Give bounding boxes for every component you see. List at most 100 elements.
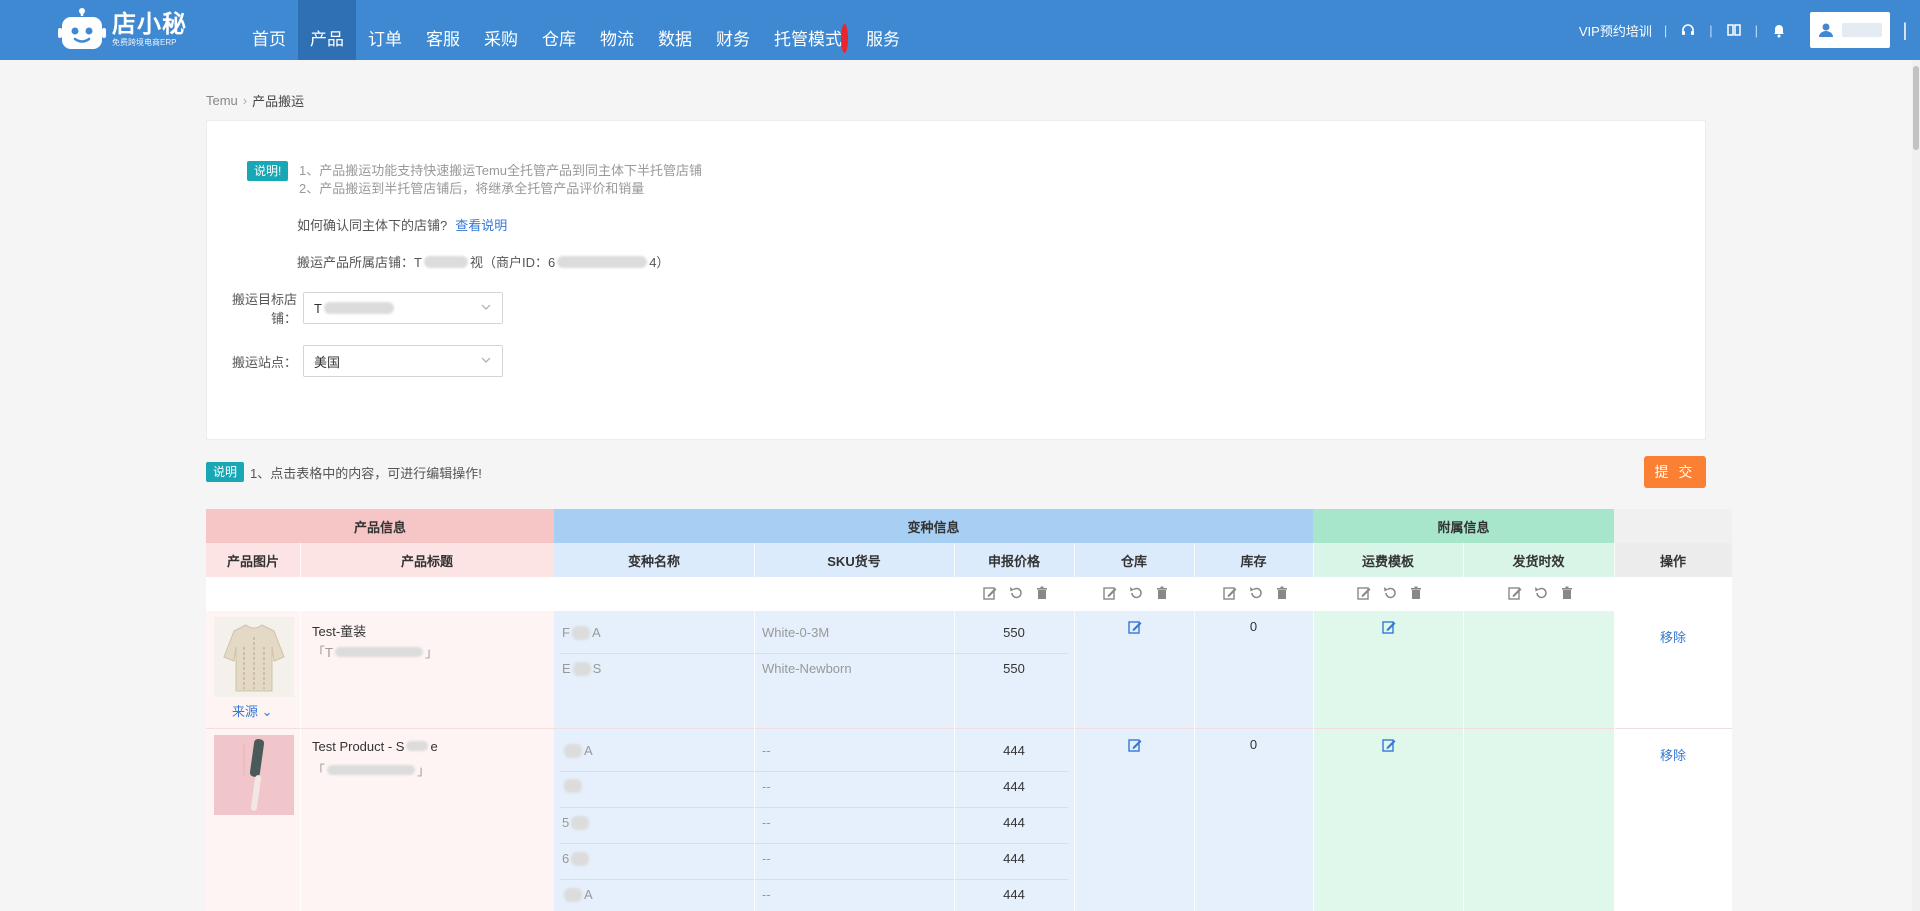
edit-icon[interactable] [1381,619,1397,635]
batch-edit-icon[interactable] [1222,585,1238,601]
undo-icon[interactable] [1008,585,1024,601]
nav-item[interactable]: 财务 [704,0,762,60]
edit-icon[interactable] [1381,737,1397,753]
chevron-down-icon [481,304,491,310]
book-icon[interactable] [1725,21,1743,39]
variant-name[interactable]: A [562,743,593,758]
stock-value[interactable]: 0 [1194,737,1313,752]
column-separator [1074,543,1075,911]
column-header-stock: 库存 [1194,543,1313,577]
nav-item[interactable]: 采购 [472,0,530,60]
variant-name[interactable] [562,779,584,793]
vertical-scrollbar[interactable] [1912,60,1920,911]
declared-price[interactable]: 444 [954,743,1074,758]
nav-item[interactable]: 仓库 [530,0,588,60]
sku-value[interactable]: White-Newborn [762,661,852,676]
sku-value[interactable]: -- [762,851,771,866]
submit-button[interactable]: 提 交 [1644,456,1706,488]
trash-icon[interactable] [1408,585,1424,601]
edit-icon[interactable] [1127,619,1143,635]
trash-icon[interactable] [1154,585,1170,601]
declared-price[interactable]: 550 [954,661,1074,676]
column-separator [300,543,301,911]
batch-edit-icon[interactable] [1102,585,1118,601]
edit-icon[interactable] [1127,737,1143,753]
batch-tools-ship [1356,585,1424,601]
nav-item[interactable]: 订单 [356,0,414,60]
variant-name-head: 6 [562,851,570,866]
sku-value[interactable]: -- [762,743,771,758]
sku-value[interactable]: White-0-3M [762,625,829,640]
target-store-select[interactable]: T [303,292,503,324]
remove-button[interactable]: 移除 [1614,745,1732,764]
variant-name[interactable]: ES [562,661,601,676]
variant-name[interactable]: 5 [562,815,591,830]
column-separator [1313,543,1314,911]
source-store-label: 搬运产品所属店铺：T [297,255,422,270]
masked-text [571,625,590,640]
separator: | [1754,22,1758,38]
nav-item-label: 订单 [368,30,402,49]
column-header-image: 产品图片 [206,543,300,577]
masked-text [334,646,423,657]
site-label: 搬运站点： [231,354,297,370]
separator: | [1709,22,1713,38]
row-cell-title [300,729,554,911]
stock-value[interactable]: 0 [1194,619,1313,634]
nav-item[interactable]: 产品 [298,0,356,60]
declared-price[interactable]: 444 [954,851,1074,866]
variant-name[interactable]: 6 [562,851,591,866]
undo-icon[interactable] [1248,585,1264,601]
product-image[interactable] [214,735,294,815]
declared-price[interactable]: 444 [954,887,1074,902]
user-name-masked [1842,23,1882,37]
nav-item[interactable]: 数据 [646,0,704,60]
nav-item[interactable]: 托管模式 [762,0,854,60]
target-store-label: 搬运目标店铺： [231,292,297,326]
sku-value[interactable]: -- [762,815,771,830]
user-account[interactable] [1810,12,1890,48]
undo-icon[interactable] [1533,585,1549,601]
masked-text [323,302,394,314]
nav-item-label: 仓库 [542,30,576,49]
trash-icon[interactable] [1034,585,1050,601]
nav-item[interactable]: 客服 [414,0,472,60]
undo-icon[interactable] [1128,585,1144,601]
nav-item-label: 财务 [716,30,750,49]
batch-edit-icon[interactable] [1356,585,1372,601]
headset-icon[interactable] [1679,21,1697,39]
declared-price[interactable]: 444 [954,815,1074,830]
sku-value[interactable]: -- [762,887,771,902]
sku-value[interactable]: -- [762,779,771,794]
vip-training-link[interactable]: VIP预约培训 [1579,21,1652,40]
column-header-warehouse: 仓库 [1074,543,1194,577]
batch-edit-icon[interactable] [982,585,998,601]
trash-icon[interactable] [1274,585,1290,601]
logo[interactable]: 店小秘 免费跨境电商ERP [58,8,187,52]
product-title[interactable]: Test Product - Se [312,739,438,754]
variant-name[interactable]: FA [562,625,601,640]
trash-icon[interactable] [1559,585,1575,601]
remove-button[interactable]: 移除 [1614,627,1732,646]
nav-item[interactable]: 服务 [854,0,912,60]
source-dropdown[interactable]: 来源 ⌄ [232,701,273,720]
product-title[interactable]: Test-童装 [312,621,366,640]
bell-icon[interactable] [1770,21,1788,39]
undo-icon[interactable] [1382,585,1398,601]
product-title-sub: 「」 [312,760,430,779]
batch-edit-icon[interactable] [1507,585,1523,601]
robot-logo-icon [58,8,106,49]
variant-name[interactable]: A [562,887,593,902]
breadcrumb-root[interactable]: Temu [206,93,238,108]
declared-price[interactable]: 550 [954,625,1074,640]
table-note-text: 1、点击表格中的内容，可进行编辑操作! [250,465,482,481]
nav-item[interactable]: 首页 [240,0,298,60]
nav-item[interactable]: 物流 [588,0,646,60]
product-image[interactable] [214,617,294,697]
note-text: 1、产品搬运功能支持快速搬运Temu全托管产品到同主体下半托管店铺 2、产品搬运… [299,162,702,198]
view-explanation-link[interactable]: 查看说明 [455,218,507,233]
site-select[interactable]: 美国 [303,345,503,377]
declared-price[interactable]: 444 [954,779,1074,794]
user-icon [1819,23,1833,37]
variant-name-head: F [562,625,570,640]
